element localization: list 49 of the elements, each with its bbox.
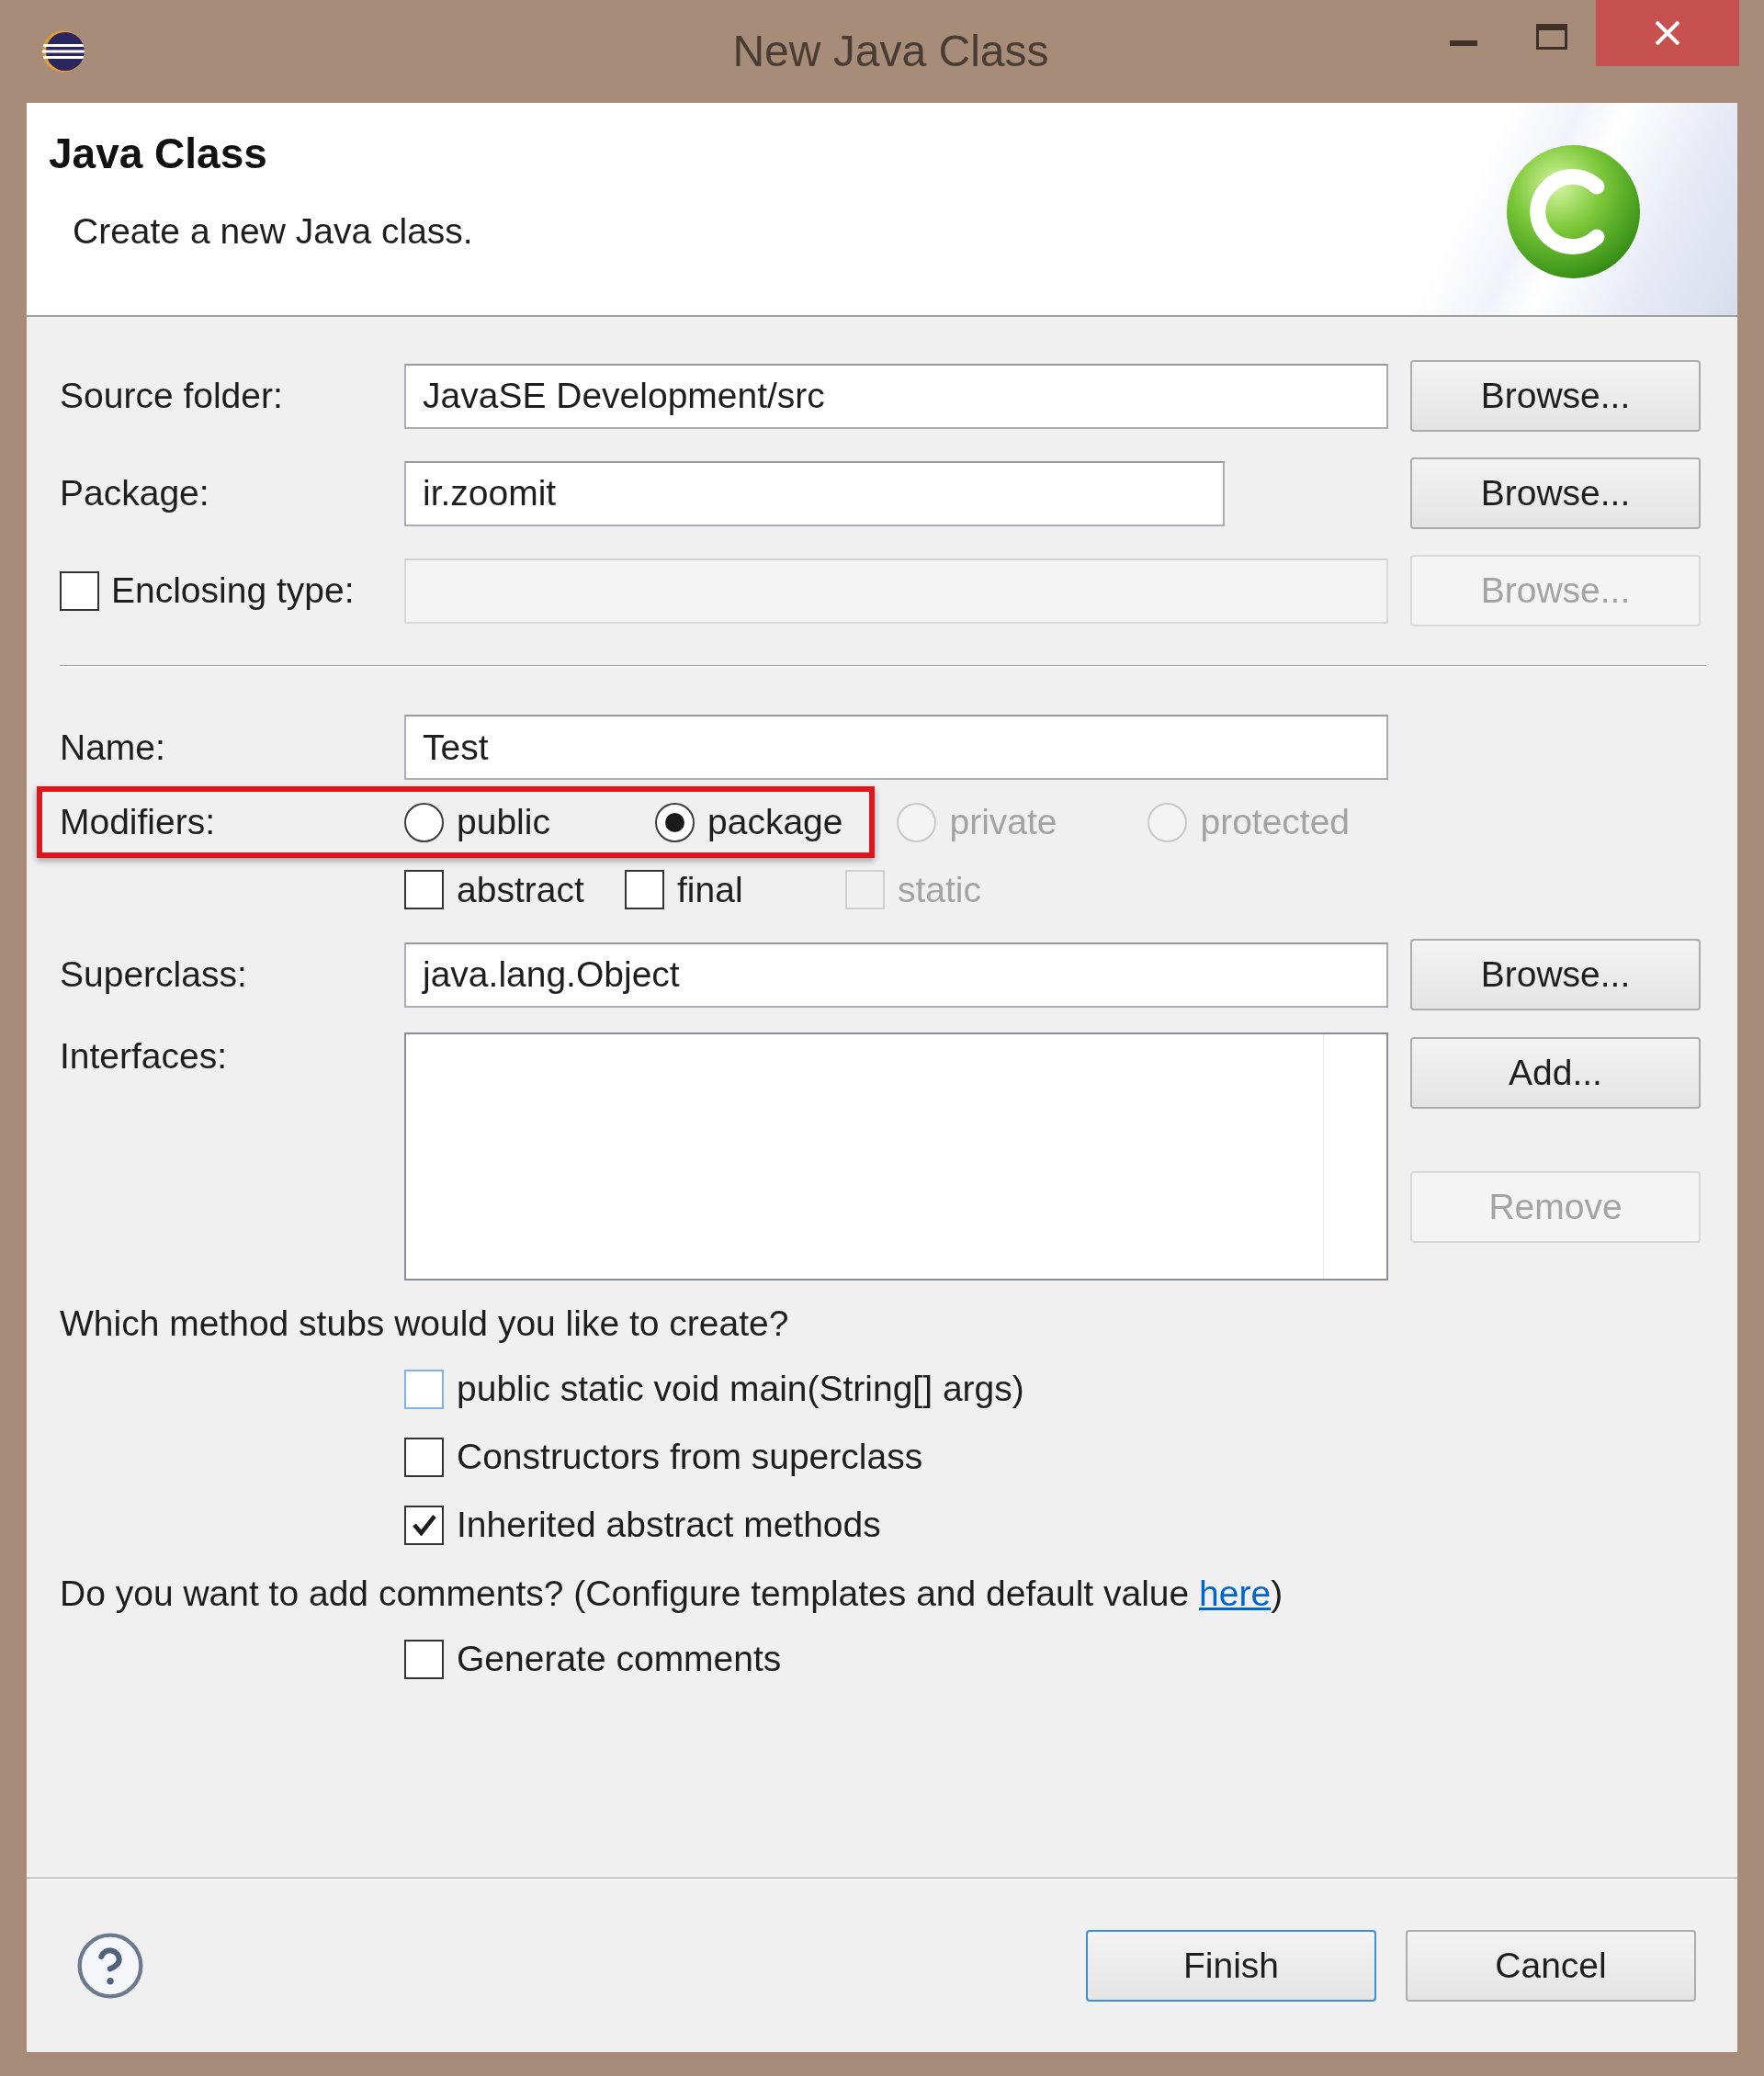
- superclass-field[interactable]: java.lang.Object: [404, 942, 1388, 1008]
- checkbox[interactable]: [404, 1639, 444, 1679]
- checkbox-label: Generate comments: [457, 1638, 782, 1680]
- package-label: Package:: [60, 472, 210, 514]
- package-field[interactable]: ir.zoomit: [404, 460, 1225, 526]
- wizard-description: Create a new Java class.: [73, 210, 473, 253]
- checkbox[interactable]: [60, 570, 99, 611]
- radio-label: private: [949, 801, 1057, 843]
- striped-circle-icon: [42, 30, 85, 73]
- browse-button[interactable]: Browse...: [1410, 360, 1701, 432]
- checkbox-label: final: [677, 868, 743, 911]
- enclosing-type-label: Enclosing type:: [111, 570, 355, 612]
- checkbox-label: Inherited abstract methods: [457, 1504, 881, 1546]
- radio-label: package: [707, 801, 843, 843]
- checkbox-label: static: [898, 868, 982, 911]
- name-label: Name:: [60, 726, 166, 769]
- comments-question: Do you want to add comments? (Configure templates and default value here): [60, 1573, 1283, 1615]
- check-icon: [412, 1514, 436, 1536]
- source-folder-label: Source folder:: [60, 375, 284, 417]
- radio-label: public: [457, 801, 550, 843]
- browse-button[interactable]: Browse...: [1410, 939, 1701, 1010]
- window-title: New Java Class: [732, 26, 1049, 77]
- finish-button[interactable]: Finish: [1086, 1929, 1376, 2002]
- browse-button[interactable]: Browse...: [1410, 457, 1701, 529]
- add-button[interactable]: Add...: [1410, 1037, 1701, 1109]
- name-field[interactable]: Test: [404, 715, 1388, 780]
- wizard-title: Java Class: [49, 130, 268, 176]
- radio-label: protected: [1200, 801, 1351, 843]
- close-icon: [1655, 20, 1680, 46]
- source-folder-field[interactable]: JavaSE Development/src: [404, 363, 1388, 429]
- here-link[interactable]: here: [1199, 1574, 1272, 1613]
- letter-c-icon: [1507, 145, 1640, 278]
- checkbox[interactable]: [404, 870, 444, 909]
- superclass-label: Superclass:: [60, 953, 248, 996]
- checkbox-label: abstract: [457, 868, 584, 911]
- checkbox-label: Constructors from superclass: [457, 1436, 923, 1478]
- checkbox[interactable]: [625, 870, 664, 909]
- maximize-icon[interactable]: [1536, 24, 1567, 50]
- radio-button[interactable]: [655, 802, 695, 842]
- modifiers-label: Modifiers:: [60, 801, 217, 843]
- checkbox[interactable]: [404, 1505, 444, 1545]
- cancel-button[interactable]: Cancel: [1406, 1929, 1696, 2002]
- interfaces-label: Interfaces:: [60, 1035, 229, 1077]
- method-stubs-question: Which method stubs would you like to create?: [60, 1303, 789, 1345]
- radio-button[interactable]: [404, 802, 444, 842]
- checkbox-label: public static void main(String[] args): [457, 1368, 1024, 1410]
- help-icon[interactable]: [77, 1932, 143, 1999]
- checkbox[interactable]: [404, 1437, 444, 1477]
- checkbox[interactable]: [404, 1369, 444, 1409]
